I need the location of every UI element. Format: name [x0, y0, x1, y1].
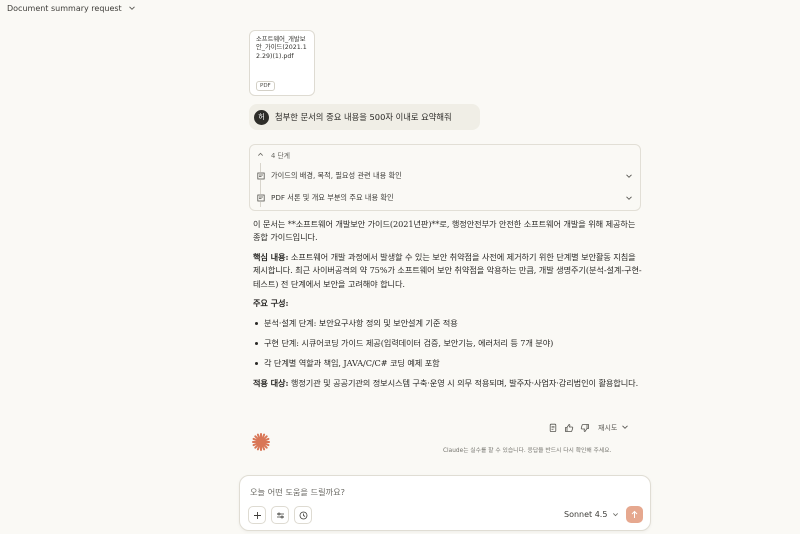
target-label: 적용 대상:	[253, 378, 289, 389]
clock-icon	[299, 511, 307, 519]
user-message-text: 첨부한 문서의 중요 내용을 500자 이내로 요약해줘	[275, 112, 452, 122]
chevron-down-icon	[625, 194, 633, 202]
steps-count: 4 단계	[271, 152, 290, 160]
chevron-down-icon	[625, 172, 633, 180]
model-name: Sonnet 4.5	[564, 510, 608, 519]
thumbs-down-icon[interactable]	[580, 423, 590, 433]
avatar: 허	[254, 109, 269, 125]
core-text: 소프트웨어 개발 과정에서 발생할 수 있는 보안 취약점을 사전에 제거하기 …	[253, 252, 642, 289]
thumbs-up-icon[interactable]	[564, 423, 574, 433]
message-input[interactable]: 오늘 어떤 도움을 드릴까요?	[250, 486, 345, 498]
thinking-steps-panel: 4 단계 가이드의 배경, 목적, 필요성 관련 내용 확인 PDF 서론 및 …	[249, 144, 641, 211]
response-intro: 이 문서는 **소프트웨어 개발보안 가이드(2021년판)**로, 행정안전부…	[253, 219, 636, 243]
send-button[interactable]	[626, 506, 643, 523]
steps-toggle[interactable]: 4 단계	[257, 150, 640, 160]
tools-button[interactable]	[271, 506, 289, 524]
arrow-up-icon	[631, 510, 638, 518]
message-composer[interactable]: 오늘 어떤 도움을 드릴까요? Sonnet 4.5	[239, 475, 651, 531]
document-icon	[257, 172, 265, 180]
step-item[interactable]: 가이드의 배경, 목적, 필요성 관련 내용 확인	[257, 171, 633, 181]
response-core-paragraph: 핵심 내용: 소프트웨어 개발 과정에서 발생할 수 있는 보안 취약점을 사전…	[253, 251, 645, 291]
list-item: 분석·설계 단계: 보안요구사항 정의 및 보안설계 기준 적용	[253, 317, 645, 330]
attachment-type-badge: PDF	[256, 81, 275, 91]
disclaimer-text: Claude는 실수를 할 수 있습니다. 응답을 반드시 다시 확인해 주세요…	[443, 448, 612, 454]
retry-label: 재시도	[598, 424, 618, 432]
list-item: 각 단계별 역할과 책임, JAVA/C/C# 코딩 예제 포함	[253, 357, 645, 370]
history-button[interactable]	[294, 506, 312, 524]
model-selector[interactable]: Sonnet 4.5	[564, 510, 619, 519]
chevron-down-icon	[128, 4, 136, 12]
add-attachment-button[interactable]	[248, 506, 266, 524]
response-target-paragraph: 적용 대상: 행정기관 및 공공기관의 정보시스템 구축·운영 시 의무 적용되…	[253, 377, 645, 390]
list-item: 구현 단계: 시큐어코딩 가이드 제공(입력데이터 검증, 보안기능, 에러처리…	[253, 337, 645, 350]
chevron-down-icon	[621, 423, 629, 433]
structure-heading: 주요 구성:	[253, 298, 289, 309]
response-actions: 재시도	[548, 421, 633, 435]
target-text: 행정기관 및 공공기관의 정보시스템 구축·운영 시 의무 적용되며, 발주자·…	[288, 378, 639, 389]
plus-icon	[253, 511, 261, 519]
conversation-title: Document summary request	[7, 3, 122, 13]
structure-list: 분석·설계 단계: 보안요구사항 정의 및 보안설계 기준 적용 구현 단계: …	[253, 317, 645, 370]
user-message: 허 첨부한 문서의 중요 내용을 500자 이내로 요약해줘	[249, 104, 480, 130]
attachment-card[interactable]: 소프트웨어_개발보안_가이드(2021.12.29)(1).pdf PDF	[249, 30, 315, 96]
copy-icon[interactable]	[548, 423, 558, 433]
sliders-icon	[276, 512, 284, 518]
core-label: 핵심 내용:	[253, 252, 289, 263]
assistant-response: 이 문서는 **소프트웨어 개발보안 가이드(2021년판)**로, 행정안전부…	[253, 218, 645, 397]
attachment-filename: 소프트웨어_개발보안_가이드(2021.12.29)(1).pdf	[256, 36, 307, 60]
chevron-down-icon	[612, 511, 619, 518]
chevron-up-icon	[257, 151, 264, 160]
document-icon	[257, 194, 265, 202]
claude-logo-icon	[251, 432, 271, 452]
step-label: 가이드의 배경, 목적, 필요성 관련 내용 확인	[271, 171, 402, 180]
retry-button[interactable]: 재시도	[598, 423, 633, 433]
conversation-title-menu[interactable]: Document summary request	[0, 0, 136, 16]
step-label: PDF 서론 및 개요 부분의 주요 내용 확인	[271, 193, 394, 202]
step-item[interactable]: PDF 서론 및 개요 부분의 주요 내용 확인	[257, 193, 633, 203]
